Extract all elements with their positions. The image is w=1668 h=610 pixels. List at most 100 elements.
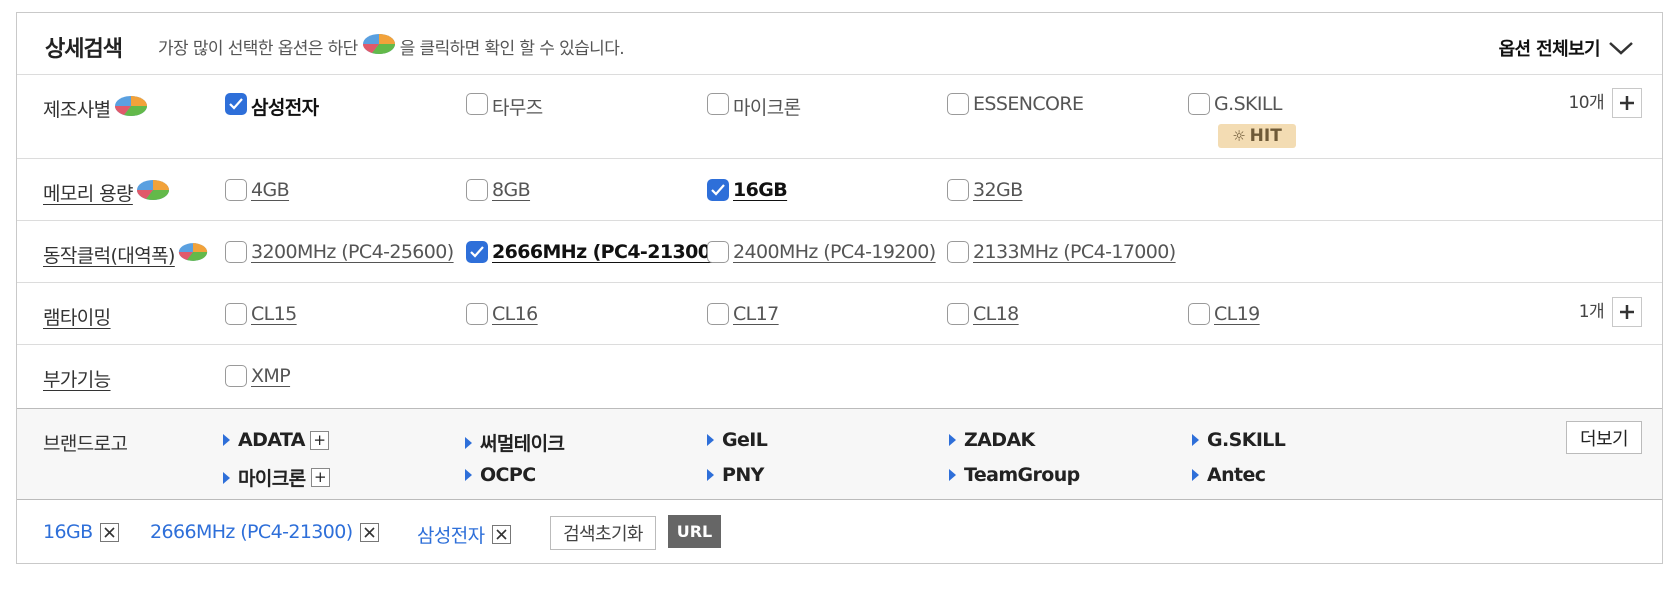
option-gskill[interactable]: G.SKILL <box>1188 93 1282 115</box>
show-all-options-toggle[interactable]: 옵션 전체보기 <box>1499 35 1634 61</box>
popular-pie-icon[interactable] <box>136 179 170 206</box>
brand-link[interactable]: 마이크론 + <box>223 464 330 491</box>
brand-link[interactable]: PNY <box>707 464 764 486</box>
triangle-right-icon <box>223 471 230 484</box>
filter-row-manufacturer: 제조사별 삼성전자 타무즈 마이크론 ESSENCORE G.SKILL ☼ H <box>17 75 1662 159</box>
expand-plus-button[interactable] <box>1612 297 1642 327</box>
brand-link[interactable]: TeamGroup <box>949 464 1080 486</box>
popular-pie-icon[interactable] <box>178 241 208 268</box>
option-cl16[interactable]: CL16 <box>466 303 538 325</box>
description-before: 가장 많이 선택한 옵션은 하단 <box>158 39 358 59</box>
selected-filters-bar: 16GB 2666MHz (PC4-21300) 삼성전자 검색초기화 URL <box>17 500 1662 564</box>
triangle-right-icon <box>1192 469 1199 481</box>
checkbox[interactable] <box>707 241 729 263</box>
triangle-right-icon <box>465 469 472 481</box>
checkbox[interactable] <box>466 179 488 201</box>
row-label-manufacturer: 제조사별 <box>43 95 148 122</box>
checkbox-checked[interactable] <box>707 179 729 201</box>
option-2133mhz[interactable]: 2133MHz (PC4-17000) <box>947 241 1176 263</box>
plus-icon[interactable]: + <box>310 468 330 487</box>
option-8gb[interactable]: 8GB <box>466 179 531 201</box>
filter-row-clock: 동작클럭(대역폭) 3200MHz (PC4-25600) 2666MHz (P… <box>17 221 1662 283</box>
description-after: 을 클릭하면 확인 할 수 있습니다. <box>399 39 625 59</box>
checkbox[interactable] <box>1188 303 1210 325</box>
option-cl15[interactable]: CL15 <box>225 303 297 325</box>
show-all-options-label: 옵션 전체보기 <box>1498 39 1601 60</box>
checkbox[interactable] <box>707 93 729 115</box>
brand-logo-row: 브랜드로고 ADATA + 써멀테이크 GeIL ZADAK G.SKILL 마… <box>17 408 1662 500</box>
plus-icon[interactable]: + <box>309 430 329 450</box>
option-16gb[interactable]: 16GB <box>707 179 788 201</box>
option-4gb[interactable]: 4GB <box>225 179 290 201</box>
row-label-brand: 브랜드로고 <box>43 433 128 455</box>
brand-link[interactable]: OCPC <box>465 464 536 486</box>
checkbox[interactable] <box>947 93 969 115</box>
option-3200mhz[interactable]: 3200MHz (PC4-25600) <box>225 241 454 263</box>
option-2666mhz[interactable]: 2666MHz (PC4-21300) <box>466 241 719 263</box>
option-2400mhz[interactable]: 2400MHz (PC4-19200) <box>707 241 936 263</box>
row-label-extra: 부가기능 <box>43 369 111 391</box>
brand-link[interactable]: ZADAK <box>949 429 1035 451</box>
checkbox[interactable] <box>225 179 247 201</box>
selected-filter-chip[interactable]: 16GB <box>43 521 119 543</box>
checkbox-checked[interactable] <box>225 93 247 115</box>
reset-search-button[interactable]: 검색초기화 <box>550 516 656 550</box>
checkbox[interactable] <box>225 303 247 325</box>
more-count-timing: 1개 <box>1579 297 1642 327</box>
checkbox-checked[interactable] <box>466 241 488 263</box>
checkbox[interactable] <box>947 179 969 201</box>
detail-search-title: 상세검색 <box>45 37 123 62</box>
triangle-right-icon <box>707 434 714 446</box>
selected-filter-chip[interactable]: 삼성전자 <box>417 521 511 548</box>
brand-link[interactable]: GeIL <box>707 429 768 451</box>
triangle-right-icon <box>707 469 714 481</box>
checkbox[interactable] <box>466 303 488 325</box>
brand-link[interactable]: G.SKILL <box>1192 429 1286 451</box>
star-icon: ☼ <box>1232 127 1246 145</box>
more-brands-button[interactable]: 더보기 <box>1566 421 1642 454</box>
filter-row-extra: 부가기능 XMP <box>17 345 1662 408</box>
row-label-capacity: 메모리 용량 <box>43 179 170 206</box>
hit-badge: ☼ HIT <box>1218 124 1296 148</box>
row-label-timing: 램타이밍 <box>43 307 111 329</box>
filter-row-capacity: 메모리 용량 4GB 8GB 16GB 32GB <box>17 159 1662 221</box>
checkbox[interactable] <box>947 241 969 263</box>
checkbox[interactable] <box>1188 93 1210 115</box>
close-icon[interactable] <box>491 525 511 544</box>
detail-search-header: 상세검색 가장 많이 선택한 옵션은 하단 을 클릭하면 확인 할 수 있습니다… <box>17 13 1662 75</box>
option-cl17[interactable]: CL17 <box>707 303 779 325</box>
selected-filter-chip[interactable]: 2666MHz (PC4-21300) <box>150 521 379 543</box>
option-essencore[interactable]: ESSENCORE <box>947 93 1084 115</box>
option-cl18[interactable]: CL18 <box>947 303 1019 325</box>
checkbox[interactable] <box>225 241 247 263</box>
checkbox[interactable] <box>225 365 247 387</box>
expand-plus-button[interactable] <box>1612 88 1642 118</box>
triangle-right-icon <box>465 436 472 449</box>
brand-link[interactable]: 써멀테이크 <box>465 429 565 456</box>
triangle-right-icon <box>949 469 956 481</box>
filter-row-timing: 램타이밍 CL15 CL16 CL17 CL18 CL19 1개 <box>17 283 1662 345</box>
detail-search-description: 가장 많이 선택한 옵션은 하단 을 클릭하면 확인 할 수 있습니다. <box>158 33 625 60</box>
brand-link[interactable]: ADATA + <box>223 429 329 451</box>
checkbox[interactable] <box>466 93 488 115</box>
option-32gb[interactable]: 32GB <box>947 179 1023 201</box>
option-cl19[interactable]: CL19 <box>1188 303 1260 325</box>
checkbox[interactable] <box>707 303 729 325</box>
chevron-down-icon <box>1609 42 1633 55</box>
plus-icon <box>1620 305 1634 319</box>
brand-link[interactable]: Antec <box>1192 464 1266 486</box>
triangle-right-icon <box>223 434 230 446</box>
row-label-clock: 동작클럭(대역폭) <box>43 241 208 268</box>
popular-pie-icon <box>362 33 396 60</box>
close-icon[interactable] <box>359 522 379 542</box>
triangle-right-icon <box>949 434 956 446</box>
close-icon[interactable] <box>99 522 119 542</box>
option-micron[interactable]: 마이크론 <box>707 93 801 120</box>
checkbox[interactable] <box>947 303 969 325</box>
url-button[interactable]: URL <box>668 515 721 548</box>
popular-pie-icon[interactable] <box>114 95 148 122</box>
option-xmp[interactable]: XMP <box>225 365 291 387</box>
option-samsung[interactable]: 삼성전자 <box>225 93 319 120</box>
option-tamuz[interactable]: 타무즈 <box>466 93 543 120</box>
triangle-right-icon <box>1192 434 1199 446</box>
